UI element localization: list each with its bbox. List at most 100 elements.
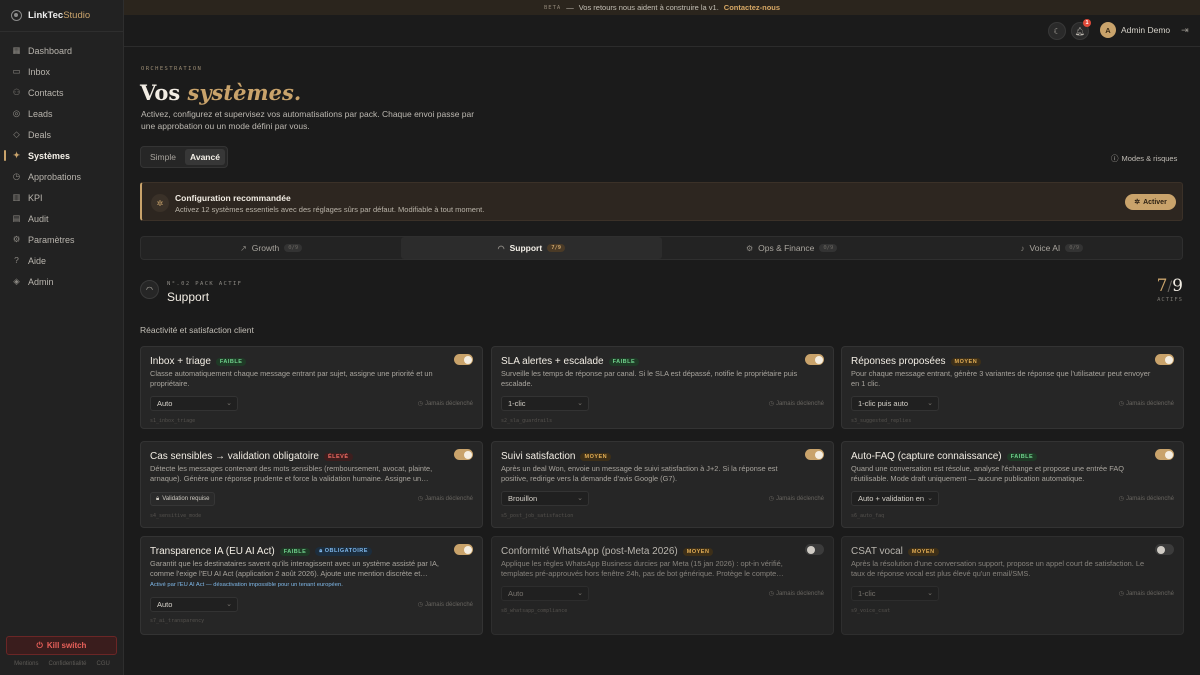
sidebar: LinkTecStudio ▦ Dashboard ▭ Inbox ⚇ Contacts ◎… [0,0,124,675]
modes-risks-label: Modes & risques [1121,154,1178,163]
clock-icon: ◷ [768,401,774,407]
system-code: s2_sla_guardrails [501,418,553,424]
sidebar-item-aide[interactable]: ? Aide [0,250,123,271]
activate-button[interactable]: ✲ Activer [1125,194,1176,210]
leads-icon: ◎ [12,108,21,118]
sidebar-item-parametres[interactable]: ⚙ Paramètres [0,229,123,250]
pack-eyebrow: N°.02 PACK ACTIF [167,281,243,287]
link-privacy[interactable]: Confidentialité [48,661,86,667]
theme-toggle-button[interactable]: ☾ [1048,22,1066,40]
active-count-label: ACTIFS [1157,297,1183,303]
sidebar-item-inbox[interactable]: ▭ Inbox [0,61,123,82]
activate-label: Activer [1143,198,1167,206]
sidebar-item-kpi[interactable]: ▥ KPI [0,187,123,208]
sidebar-item-audit[interactable]: ▤ Audit [0,208,123,229]
system-code: s1_inbox_triage [150,418,196,424]
notification-count: 1 [1083,19,1091,27]
brand-name: LinkTecStudio [28,10,91,21]
sparkle-icon: ✲ [151,194,169,212]
system-title: Cas sensibles → validation obligatoire ÉL… [150,451,353,462]
system-toggle[interactable] [454,449,473,460]
mode-switch: Simple Avancé [140,146,228,168]
system-title: CSAT vocal MOYEN [851,546,939,557]
brand[interactable]: LinkTecStudio [0,0,123,32]
sidebar-item-admin[interactable]: ◈ Admin [0,271,123,292]
system-toggle[interactable] [1155,449,1174,460]
system-description: Détecte les messages contenant des mots … [150,464,433,483]
tab-ops-finance[interactable]: ⚙ Ops & Finance 0/9 [662,237,922,259]
tab-count: 0/9 [1065,244,1084,252]
beta-dash: — [566,3,574,12]
system-toggle[interactable] [454,354,473,365]
sidebar-item-label: KPI [28,192,43,203]
sidebar-item-label: Inbox [28,66,51,77]
system-card: CSAT vocal MOYEN Après la résolution d'une… [841,536,1184,635]
risk-badge: ÉLEVÉ [323,452,353,461]
mode-select[interactable]: Auto ⌄ [150,396,238,411]
last-triggered: ◷ Jamais déclenché [1118,495,1174,503]
link-terms[interactable]: CGU [97,661,110,667]
system-toggle[interactable] [454,544,473,555]
contact-link[interactable]: Contactez-nous [724,3,780,12]
sidebar-item-leads[interactable]: ◎ Leads [0,103,123,124]
mode-select[interactable]: Auto ⌄ [501,586,589,601]
system-toggle[interactable] [805,449,824,460]
tab-voice-ai[interactable]: ♪ Voice AI 0/9 [922,237,1182,259]
contacts-icon: ⚇ [12,87,21,97]
pack-name: Support [167,290,210,304]
clock-icon: ◷ [1118,591,1124,597]
tab-count: 0/9 [819,244,838,252]
mandatory-badge: 🔒︎ OBLIGATOIRE [315,547,372,556]
sidebar-item-approbations[interactable]: ◷ Approbations [0,166,123,187]
mode-select[interactable]: Auto + validation en ⌄ [851,491,939,506]
system-description: Classe automatiquement chaque message en… [150,369,433,388]
system-toggle[interactable] [805,354,824,365]
kill-switch-button[interactable]: ⏻ Kill switch [6,636,117,655]
kill-switch-label: Kill switch [46,641,87,650]
sidebar-item-label: Approbations [28,171,82,182]
tab-growth[interactable]: ↗ Growth 0/9 [141,237,401,259]
user-menu[interactable]: A Admin Demo ⇥ [1100,22,1189,38]
link-mentions[interactable]: Mentions [14,661,38,667]
help-circle-icon: ⓘ [1111,154,1119,163]
system-card: Conformité WhatsApp (post-Meta 2026) MOYE… [491,536,834,635]
system-code: s8_whatsapp_compliance [501,608,568,614]
sidebar-item-systemes[interactable]: ✦ Systèmes [0,145,123,166]
avatar: A [1100,22,1116,38]
tab-label: Growth [251,243,280,253]
mode-select[interactable]: 1-clic puis auto ⌄ [851,396,939,411]
sparkle-icon: ✲ [1134,199,1141,206]
logout-icon[interactable]: ⇥ [1181,25,1189,36]
mode-select[interactable]: Brouillon ⌄ [501,491,589,506]
system-toggle[interactable] [1155,354,1174,365]
last-triggered: ◷ Jamais déclenché [768,400,824,408]
system-title: Inbox + triage FAIBLE [150,356,247,367]
systems-icon: ✦ [12,150,21,160]
system-toggle[interactable] [805,544,824,555]
system-description: Après un deal Won, envoie un message de … [501,464,778,483]
sidebar-item-contacts[interactable]: ⚇ Contacts [0,82,123,103]
modes-risks-link[interactable]: ⓘ Modes & risques [1111,153,1177,164]
system-title: Auto-FAQ (capture connaissance) FAIBLE [851,451,1038,462]
sidebar-item-deals[interactable]: ◇ Deals [0,124,123,145]
page-description: Activez, configurez et supervisez vos au… [141,109,475,131]
sidebar-item-dashboard[interactable]: ▦ Dashboard [0,40,123,61]
mode-select[interactable]: 1-clic ⌄ [851,586,939,601]
last-triggered: ◷ Jamais déclenché [768,495,824,503]
tab-support[interactable]: ◠ Support 7/9 [401,237,662,259]
system-title: Conformité WhatsApp (post-Meta 2026) MOYE… [501,546,714,557]
system-toggle[interactable] [1155,544,1174,555]
notifications-button[interactable]: 🔔︎ 1 [1071,19,1091,40]
system-title: Suivi satisfaction MOYEN [501,451,612,462]
mode-select[interactable]: 1-clic ⌄ [501,396,589,411]
user-name: Admin Demo [1121,25,1171,35]
bell-icon: 🔔︎ [1074,26,1086,36]
system-code: s5_post_job_satisfaction [501,513,574,519]
mode-select[interactable]: Auto ⌄ [150,597,238,612]
mic-icon: ♪ [1020,243,1025,253]
chevron-down-icon: ⌄ [927,400,933,407]
approvals-icon: ◷ [12,171,21,181]
pack-tabs: ↗ Growth 0/9 ◠ Support 7/9 ⚙ Ops & Finance 0/9 ♪ V… [140,236,1183,260]
mode-advanced[interactable]: Avancé [185,149,225,165]
mode-simple[interactable]: Simple [143,149,183,165]
